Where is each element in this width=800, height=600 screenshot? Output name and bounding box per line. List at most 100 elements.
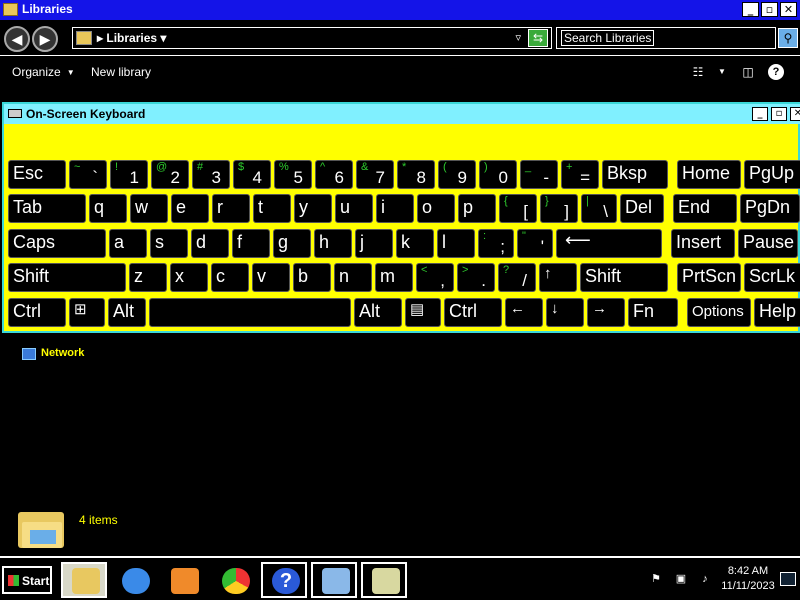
key-home[interactable]: Home <box>677 160 741 189</box>
key-m[interactable]: m <box>375 263 413 292</box>
key-win[interactable]: ⊞ <box>69 298 105 327</box>
breadcrumb-dropdown-icon[interactable]: ▾ <box>160 31 166 45</box>
key-help[interactable]: Help <box>754 298 800 327</box>
key-x[interactable]: x <box>170 263 208 292</box>
key-a[interactable]: a <box>109 229 147 258</box>
key-e[interactable]: e <box>171 194 209 223</box>
osk-close-button[interactable]: ✕ <box>790 107 800 121</box>
key-lbracket[interactable]: {[ <box>499 194 537 223</box>
key-bksp[interactable]: Bksp <box>602 160 668 189</box>
show-desktop-button[interactable] <box>780 572 796 586</box>
key-c[interactable]: c <box>211 263 249 292</box>
osk-minimize-button[interactable]: _ <box>752 107 768 121</box>
key-w[interactable]: w <box>130 194 168 223</box>
key-pgup[interactable]: PgUp <box>744 160 800 189</box>
key-j[interactable]: j <box>355 229 393 258</box>
key-ralt[interactable]: Alt <box>354 298 402 327</box>
key-up[interactable]: ↑ <box>539 263 577 292</box>
key-b[interactable]: b <box>293 263 331 292</box>
key-fn[interactable]: Fn <box>628 298 678 327</box>
key-down[interactable]: ↓ <box>546 298 584 327</box>
help-icon[interactable]: ? <box>768 64 784 80</box>
key-end[interactable]: End <box>673 194 737 223</box>
key-tab[interactable]: Tab <box>8 194 86 223</box>
key-pause[interactable]: Pause <box>738 229 798 258</box>
key-quote[interactable]: " ' <box>517 229 553 258</box>
key-minus[interactable]: _ - <box>520 160 558 189</box>
taskbar-chrome[interactable] <box>211 562 257 598</box>
key-0[interactable]: ) 0 <box>479 160 517 189</box>
key-1[interactable]: ! 1 <box>110 160 148 189</box>
key-scrlk[interactable]: ScrLk <box>744 263 800 292</box>
key-o[interactable]: o <box>417 194 455 223</box>
key-semicolon[interactable]: :; <box>478 229 514 258</box>
key-n[interactable]: n <box>334 263 372 292</box>
taskbar-internet-explorer[interactable] <box>111 562 157 598</box>
key-rctrl[interactable]: Ctrl <box>444 298 502 327</box>
forward-button[interactable]: ▶ <box>32 26 58 52</box>
key-lctrl[interactable]: Ctrl <box>8 298 66 327</box>
key-3[interactable]: #3 <box>192 160 230 189</box>
key-backtick[interactable]: ~ ` <box>69 160 107 189</box>
taskbar-help[interactable]: ? <box>261 562 307 598</box>
key-f[interactable]: f <box>232 229 270 258</box>
key-u[interactable]: u <box>335 194 373 223</box>
key-7[interactable]: & 7 <box>356 160 394 189</box>
key-l[interactable]: l <box>437 229 475 258</box>
key-rbracket[interactable]: }] <box>540 194 578 223</box>
key-r[interactable]: r <box>212 194 250 223</box>
key-s[interactable]: s <box>150 229 188 258</box>
preview-pane-icon[interactable]: ◫ <box>740 65 756 79</box>
taskbar-media-player[interactable] <box>160 562 206 598</box>
breadcrumb[interactable]: ▸ Libraries ▾ <box>97 31 166 45</box>
key-options[interactable]: Options <box>687 298 751 327</box>
search-icon[interactable]: ⚲ <box>778 28 798 48</box>
back-button[interactable]: ◀ <box>4 26 30 52</box>
organize-menu[interactable]: Organize ▼ <box>12 65 75 79</box>
key-d[interactable]: d <box>191 229 229 258</box>
key-p[interactable]: p <box>458 194 496 223</box>
address-dropdown-icon[interactable]: ▿ <box>515 31 521 44</box>
key-9[interactable]: (9 <box>438 160 476 189</box>
taskbar-keyboard[interactable] <box>311 562 357 598</box>
key-right[interactable]: → <box>587 298 625 327</box>
key-enter[interactable]: ⟵ <box>556 229 662 258</box>
key-slash[interactable]: ? / <box>498 263 536 292</box>
key-2[interactable]: @2 <box>151 160 189 189</box>
address-field[interactable]: ▸ Libraries ▾ ▿ <box>72 27 552 49</box>
key-lalt[interactable]: Alt <box>108 298 146 327</box>
breadcrumb-libraries[interactable]: Libraries <box>106 31 157 45</box>
taskbar-accessibility[interactable] <box>361 562 407 598</box>
key-period[interactable]: >. <box>457 263 495 292</box>
key-8[interactable]: * 8 <box>397 160 435 189</box>
key-q[interactable]: q <box>89 194 127 223</box>
network-status-icon[interactable]: ▣ <box>673 572 689 586</box>
new-library-button[interactable]: New library <box>91 65 151 79</box>
key-z[interactable]: z <box>129 263 167 292</box>
close-button[interactable]: ✕ <box>780 2 797 17</box>
key-y[interactable]: y <box>294 194 332 223</box>
key-insert[interactable]: Insert <box>671 229 735 258</box>
view-dropdown-icon[interactable]: ▼ <box>714 65 730 79</box>
key-rshift[interactable]: Shift <box>580 263 668 292</box>
key-i[interactable]: i <box>376 194 414 223</box>
clock[interactable]: 8:42 AM 11/11/2023 <box>718 564 778 594</box>
search-input[interactable]: Search Libraries <box>556 27 776 49</box>
key-pgdn[interactable]: PgDn <box>740 194 800 223</box>
taskbar-explorer[interactable] <box>61 562 107 598</box>
key-caps[interactable]: Caps <box>8 229 106 258</box>
start-button[interactable]: Start <box>2 566 52 594</box>
key-h[interactable]: h <box>314 229 352 258</box>
key-backslash[interactable]: | \ <box>581 194 617 223</box>
key-lshift[interactable]: Shift <box>8 263 126 292</box>
key-g[interactable]: g <box>273 229 311 258</box>
refresh-button[interactable]: ⇆ <box>528 29 548 47</box>
volume-muted-icon[interactable]: ♪ <box>697 572 713 586</box>
key-equals[interactable]: + = <box>561 160 599 189</box>
action-center-flag-icon[interactable]: ⚑ <box>648 572 664 586</box>
key-space[interactable] <box>149 298 351 327</box>
osk-maximize-button[interactable]: ▫ <box>771 107 787 121</box>
view-options-icon[interactable]: ☷ <box>690 65 706 79</box>
key-5[interactable]: % 5 <box>274 160 312 189</box>
key-k[interactable]: k <box>396 229 434 258</box>
